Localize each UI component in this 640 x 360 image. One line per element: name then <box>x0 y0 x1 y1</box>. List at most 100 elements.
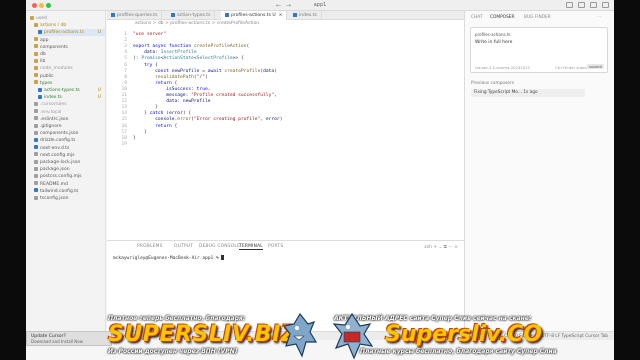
sidebar-item-label: actions-types.ts <box>44 88 80 93</box>
sidebar-item-label: public <box>40 73 54 79</box>
terminal-toolbar[interactable]: zsh + ⌄ ⧉ ⋯ × <box>424 244 458 250</box>
code-text: } <box>133 135 136 141</box>
sidebar-item[interactable]: profiles-actions.ts U <box>38 29 105 37</box>
sidebar-item[interactable]: README.md <box>34 181 105 188</box>
sidebar-item[interactable]: tsconfig.json <box>34 195 105 202</box>
code-text: message: "Profile created successfully", <box>166 93 277 98</box>
code-line[interactable]: 13 } <box>107 105 464 111</box>
sidebar-item-label: index.ts <box>44 95 62 101</box>
sidebar-item[interactable]: actions-types.ts U <box>38 87 105 94</box>
sidebar-item[interactable]: public <box>34 73 105 80</box>
sidebar-item[interactable]: components.json <box>34 130 105 137</box>
sidebar-item[interactable]: app <box>34 37 105 44</box>
code-line[interactable]: 9 return { <box>107 81 464 87</box>
tab-chat[interactable]: CHAT <box>471 15 482 20</box>
git-icon <box>34 123 38 128</box>
sidebar-item[interactable]: next-env.d.ts <box>34 145 105 152</box>
model-selector[interactable]: claude-3.5-sonnet-20241022 <box>475 65 530 70</box>
tab-terminal[interactable]: TERMINAL <box>239 244 263 250</box>
code-line[interactable]: 17 } <box>107 130 464 136</box>
code-text: } catch (error) { <box>133 111 192 117</box>
sidebar-item[interactable]: package-lock.json <box>34 159 105 166</box>
sidebar-item[interactable]: types <box>34 80 105 87</box>
line-number: 1 <box>124 32 127 37</box>
watermark-logo-left: SUPERSLIV.BIZ <box>108 322 298 347</box>
sidebar-item[interactable]: db <box>34 51 105 58</box>
tab-profiles-actions[interactable]: profiles-actions.ts U × <box>221 11 288 20</box>
code-line[interactable]: 14 } catch (error) { <box>107 111 464 117</box>
toggle-sidebar-icon[interactable] <box>566 2 573 8</box>
context-file-chip[interactable]: profiles-actions.ts <box>475 32 510 37</box>
code-text: try { <box>144 62 158 68</box>
sidebar-item[interactable]: lib <box>34 58 105 65</box>
sidebar-item[interactable]: tailwind.config.ts <box>34 188 105 195</box>
code-line[interactable]: 5): Promise<ActionState<SelectProfile>> … <box>107 56 464 62</box>
breadcrumb[interactable]: actions > db > profiles-actions.ts > cre… <box>107 20 464 28</box>
folder-icon <box>34 51 38 56</box>
code-line[interactable]: 18} <box>107 136 464 142</box>
ts-file-icon <box>293 12 297 17</box>
code-text: return { <box>155 123 178 129</box>
sidebar-item[interactable]: actions / db <box>34 22 105 29</box>
tab-composer[interactable]: COMPOSER <box>490 15 515 20</box>
layout-icon[interactable] <box>602 2 609 8</box>
code-line[interactable]: 10 isSuccess: true, <box>107 87 464 93</box>
sidebar-item[interactable]: .cursorrules <box>34 101 105 108</box>
code-line[interactable]: 3 export async function createProfileActi… <box>107 44 464 50</box>
code-line[interactable]: 6 try { <box>107 63 464 69</box>
sidebar-item-label: .gitignore <box>40 124 62 129</box>
folder-icon <box>34 65 38 70</box>
folder-icon <box>30 15 34 20</box>
code-line[interactable]: 7 const newProfile = await createProfile… <box>107 69 464 75</box>
sidebar-item[interactable]: drizzle.config.ts <box>34 137 105 144</box>
code-line[interactable]: 15 console.error("Error creating profile… <box>107 117 464 123</box>
sidebar-item[interactable]: .env.local <box>34 109 105 116</box>
update-notification[interactable]: Update Cursor? Download and Install Now <box>26 331 112 346</box>
tab-profiles-queries[interactable]: profiles-queries.ts <box>107 11 163 20</box>
code-line[interactable]: 4 data: InsertProfile <box>107 50 464 56</box>
sidebar-item-label: db <box>40 52 46 57</box>
tab-output[interactable]: OUTPUT <box>174 244 193 249</box>
line-number: 14 <box>121 111 127 117</box>
json-icon <box>34 116 38 121</box>
code-text: ): Promise<ActionState<SelectProfile>> { <box>133 56 244 62</box>
composer-input[interactable]: profiles-actions.ts Write in full here c… <box>470 27 608 73</box>
code-line[interactable]: 11 message: "Profile created successfull… <box>107 93 464 99</box>
sidebar-item[interactable]: .eslintrc.json <box>34 116 105 123</box>
sidebar-item[interactable]: package.json <box>34 166 105 173</box>
tab-problems[interactable]: PROBLEMS <box>137 244 163 249</box>
sidebar-item[interactable]: node_modules <box>34 65 105 72</box>
code-line[interactable]: 1 "use server" <box>107 32 464 38</box>
previous-composer-item[interactable]: Fixing TypeScript Mo... 1s ago <box>471 89 585 97</box>
tab-bug-finder[interactable]: BUG FINDER <box>524 15 551 20</box>
sidebar-item[interactable]: next.config.mjs <box>34 152 105 159</box>
json-icon <box>34 130 38 135</box>
composer-text[interactable]: Write in full here <box>475 40 512 45</box>
sidebar-item[interactable]: components <box>34 44 105 51</box>
tab-ports[interactable]: PORTS <box>268 244 283 249</box>
sidebar-item-label: postcss.config.mjs <box>40 174 82 180</box>
code-line[interactable]: 19 <box>107 142 464 148</box>
toggle-secondary-sidebar-icon[interactable] <box>590 2 597 8</box>
sidebar-item[interactable]: .gitignore <box>34 123 105 130</box>
sidebar-item-label: drizzle.config.ts <box>40 138 76 144</box>
submit-button[interactable]: submit <box>586 64 604 69</box>
more-options-icon[interactable]: ⋯ <box>597 15 601 20</box>
code-editor[interactable]: Ctrl+L to chat, Ctrl+K to generate1"use … <box>107 28 464 240</box>
app-window: ← → app1 used actions / db profiles-action… <box>26 0 614 360</box>
sidebar-item[interactable]: postcss.config.mjs <box>34 173 105 180</box>
code-line[interactable]: 16 return { <box>107 124 464 130</box>
tab-debug-console[interactable]: DEBUG CONSOLE <box>199 244 240 249</box>
code-line[interactable]: 12 data: newProfile <box>107 99 464 105</box>
sidebar-item[interactable]: index.ts U <box>38 94 105 101</box>
code-line[interactable]: 2 <box>107 38 464 44</box>
terminal-prompt[interactable]: mckaywrigley@Eugenes-MacBook-Air app1 % <box>113 255 224 261</box>
tab-action-types[interactable]: action-types.ts <box>167 11 216 20</box>
update-action[interactable]: Download and Install Now <box>31 339 107 344</box>
close-tab-icon[interactable]: × <box>279 13 283 18</box>
code-line[interactable]: 8 revalidatePath("/") <box>107 75 464 81</box>
tab-index[interactable]: index.ts <box>289 11 322 20</box>
ts-file-icon <box>34 137 38 142</box>
sidebar-item[interactable]: used <box>30 15 105 22</box>
toggle-panel-icon[interactable] <box>578 2 585 8</box>
